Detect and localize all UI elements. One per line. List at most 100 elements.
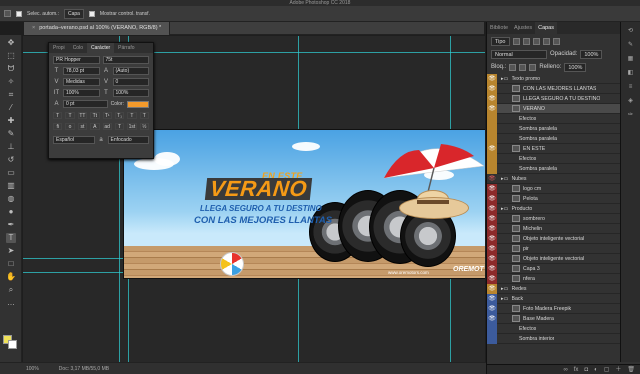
swash-button[interactable]: A [90,123,100,130]
layer-row[interactable]: 👁Base Maderafx [487,313,640,324]
layers-stack-icon[interactable]: ◈ [626,96,636,106]
layer-group-row[interactable]: 👁 ▸▭ Texto promo [487,73,640,84]
brush-panel-icon[interactable]: ✎ [626,40,636,50]
opacity-field[interactable]: 100% [580,49,603,59]
link-layers-icon[interactable]: ∞ [563,365,567,374]
adjustment-layer-icon[interactable]: ◐ [594,365,598,374]
kerning-field[interactable]: Medidas [63,78,100,86]
layer-row[interactable]: 👁 Michelin [487,223,640,234]
new-group-icon[interactable]: ▢ [604,365,610,374]
document-tab[interactable]: × portada–verano.psd al 100% (VERANO, RGB… [24,22,171,35]
layer-row[interactable]: 👁 sombrero [487,213,640,224]
titling-alternates-button[interactable]: T [114,123,125,130]
font-style-select[interactable]: 75t [102,56,149,64]
lock-pixels-icon[interactable] [509,63,517,71]
ordinals-button[interactable]: 1st [127,123,137,130]
visibility-eye-icon[interactable]: 👁 [487,73,497,84]
layer-group-row[interactable]: 👁 ▸▭ Redes [487,283,640,294]
dodge-tool-icon[interactable]: ● [6,207,16,217]
pen-tool-icon[interactable]: ✒ [6,220,16,230]
horizontal-scale-field[interactable]: 100% [112,89,149,97]
strikethrough-button[interactable]: T [139,112,149,119]
folder-icon[interactable]: ▸▭ [501,286,509,292]
oldstyle-button[interactable]: o [65,123,75,130]
marquee-tool-icon[interactable]: ⬚ [6,51,16,61]
layer-effect-row[interactable]: Sombra interior [487,333,640,344]
faux-bold-button[interactable]: T [53,112,63,119]
visibility-eye-icon[interactable] [487,133,497,144]
trash-icon[interactable]: 🗑 [627,365,635,374]
type-filter-icon[interactable] [532,37,540,45]
visibility-eye-icon[interactable] [487,113,497,124]
vertical-scale-field[interactable]: 100% [63,89,100,97]
layer-row[interactable]: 👁 nfera [487,273,640,284]
auto-select-checkbox[interactable] [16,10,22,17]
mask-icon[interactable]: ◘ [584,365,588,374]
visibility-eye-icon[interactable]: 👁 [487,253,497,264]
layer-row[interactable]: 👁 CON LAS MEJORES LLANTAS [487,83,640,94]
close-icon[interactable]: × [32,25,35,31]
lasso-tool-icon[interactable]: ᗢ [6,64,16,74]
leading-field[interactable]: (Auto) [112,67,149,75]
layer-effect-row[interactable]: Efectos [487,323,640,334]
layer-row[interactable]: 👁 Capa 3 [487,263,640,274]
layer-effect-row[interactable]: Sombra paralela [487,163,640,174]
lock-position-icon[interactable] [519,63,527,71]
visibility-eye-icon[interactable]: 👁 [487,293,497,304]
visibility-eye-icon[interactable]: 👁 [487,183,497,194]
new-layer-icon[interactable]: ＋ [615,365,621,374]
blur-tool-icon[interactable]: ◍ [6,194,16,204]
tab-adjustments[interactable]: Ajustes [511,22,535,34]
headline-big[interactable]: VERANO [204,176,313,201]
visibility-eye-icon[interactable]: 👁 [487,143,497,154]
channels-icon[interactable]: ≡ [626,82,636,92]
visibility-eye-icon[interactable]: 👁 [487,203,497,214]
tab-properties[interactable]: Propi [49,43,69,53]
gradient-tool-icon[interactable]: ▥ [6,181,16,191]
visibility-eye-icon[interactable]: 👁 [487,103,497,114]
visibility-eye-icon[interactable]: 👁 [487,93,497,104]
type-tool-icon[interactable]: T [6,233,16,243]
healing-brush-icon[interactable]: ✚ [6,116,16,126]
underline-button[interactable]: T [127,112,137,119]
eyedropper-icon[interactable]: ⁄ [6,103,16,113]
eraser-icon[interactable]: ▭ [6,168,16,178]
layer-row[interactable]: 👁 Objeto inteligente vectorial [487,253,640,264]
layer-row[interactable]: 👁 Foto Madera Freepik [487,303,640,314]
layer-row[interactable]: 👁 pir [487,243,640,254]
folder-icon[interactable]: ▸▭ [501,206,509,212]
styles-icon[interactable]: ◧ [626,68,636,78]
history-brush-icon[interactable]: ↺ [6,155,16,165]
subscript-button[interactable]: T₁ [114,112,125,119]
visibility-eye-icon[interactable]: 👁 [487,303,497,314]
faux-italic-button[interactable]: T [65,112,75,119]
visibility-eye-icon[interactable]: 👁 [487,83,497,94]
visibility-eye-icon[interactable]: 👁 [487,213,497,224]
tab-color[interactable]: Colo [69,43,87,53]
language-select[interactable]: Español [53,136,95,144]
layer-effect-row[interactable]: Efectos [487,153,640,164]
tab-libraries[interactable]: Bibliote [487,22,511,34]
layer-row[interactable]: 👁Pelotafx [487,193,640,204]
path-select-icon[interactable]: ➤ [6,246,16,256]
move-tool-icon[interactable]: ✥ [6,38,16,48]
visibility-eye-icon[interactable]: 👁 [487,263,497,274]
tagline-2[interactable]: CON LAS MEJORES LLANTAS [194,215,332,226]
stylistic-alternates-button[interactable]: ad [102,123,112,130]
folder-icon[interactable]: ▸▭ [501,76,509,82]
superscript-button[interactable]: T¹ [102,112,112,119]
layer-row[interactable]: 👁 LLEGA SEGURO A TU DESTINO [487,93,640,104]
ligatures-button[interactable]: fi [53,123,63,130]
tagline-1[interactable]: LLEGA SEGURO A TU DESTINO [200,204,322,213]
layer-row[interactable]: 👁VERANOfx [487,103,640,114]
fill-field[interactable]: 100% [564,62,587,72]
visibility-eye-icon[interactable]: 👁 [487,273,497,284]
magic-wand-icon[interactable]: ✧ [6,77,16,87]
adjustment-filter-icon[interactable] [522,37,530,45]
visibility-eye-icon[interactable] [487,163,497,174]
fractions-button[interactable]: ½ [139,123,149,130]
clone-stamp-icon[interactable]: ⊥ [6,142,16,152]
crop-tool-icon[interactable]: ⌗ [6,90,16,100]
discretionary-ligatures-button[interactable]: st [77,123,88,130]
tracking-field[interactable]: 0 [112,78,149,86]
